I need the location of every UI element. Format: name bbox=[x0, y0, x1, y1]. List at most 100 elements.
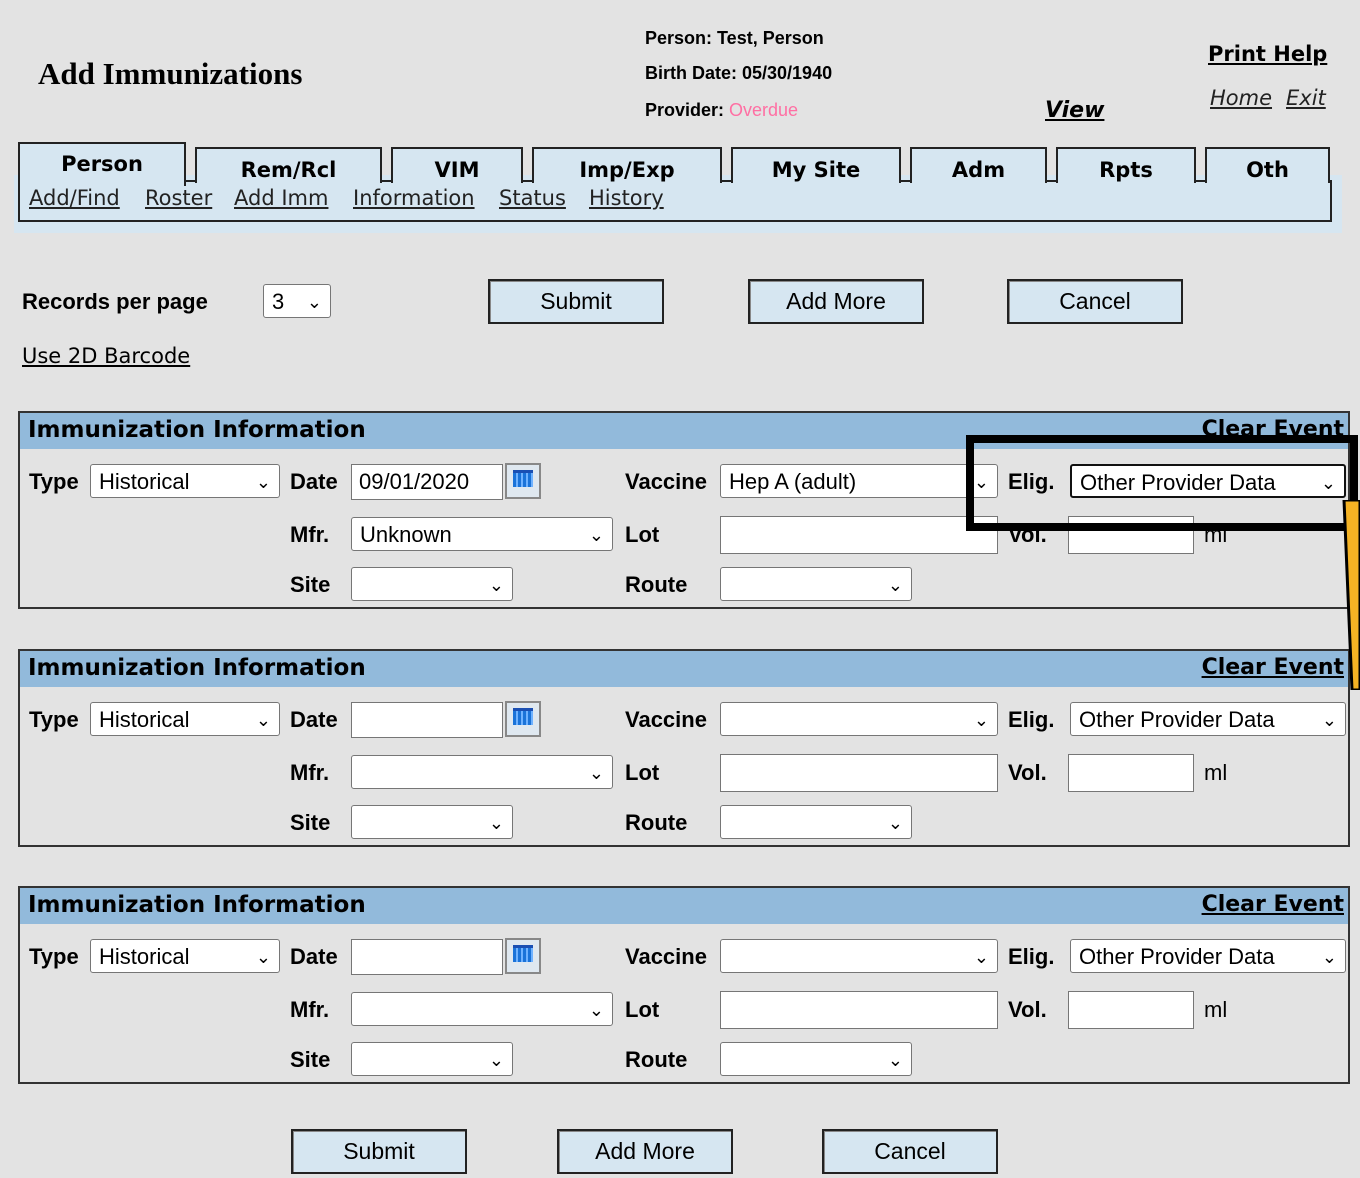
cancel-button-bottom[interactable]: Cancel bbox=[822, 1129, 998, 1174]
cancel-button[interactable]: Cancel bbox=[1007, 279, 1183, 324]
chevron-down-icon: ⌄ bbox=[306, 292, 322, 312]
records-per-page-label: Records per page bbox=[22, 289, 208, 314]
clear-event-link[interactable]: Clear Event bbox=[1202, 655, 1344, 680]
chevron-down-icon: ⌄ bbox=[973, 710, 989, 730]
type-select[interactable]: Historical ⌄ bbox=[90, 464, 280, 498]
subnav-add-find[interactable]: Add/Find bbox=[29, 186, 120, 210]
chevron-down-icon: ⌄ bbox=[1321, 947, 1337, 967]
route-select[interactable]: ⌄ bbox=[720, 567, 912, 601]
vol-field[interactable] bbox=[1068, 991, 1194, 1029]
mfr-label: Mfr. bbox=[290, 522, 330, 547]
vaccine-select[interactable]: ⌄ bbox=[720, 939, 998, 973]
tab-my-site[interactable]: My Site bbox=[731, 147, 901, 183]
type-value: Historical bbox=[99, 707, 190, 732]
mfr-label: Mfr. bbox=[290, 997, 330, 1022]
site-select[interactable]: ⌄ bbox=[351, 567, 513, 601]
subnav-history[interactable]: History bbox=[589, 186, 664, 210]
site-select[interactable]: ⌄ bbox=[351, 1042, 513, 1076]
elig-label: Elig. bbox=[1008, 944, 1055, 969]
provider-status: Overdue bbox=[729, 100, 799, 120]
calendar-icon[interactable] bbox=[505, 701, 541, 737]
vol-label: Vol. bbox=[1008, 997, 1047, 1022]
records-per-page-select[interactable]: 3 ⌄ bbox=[263, 284, 331, 318]
add-more-button[interactable]: Add More bbox=[748, 279, 924, 324]
site-label: Site bbox=[290, 810, 331, 835]
mfr-select[interactable]: ⌄ bbox=[351, 992, 613, 1026]
date-label: Date bbox=[290, 707, 338, 732]
tab-label: Adm bbox=[951, 158, 1006, 182]
subnav-roster[interactable]: Roster bbox=[145, 186, 212, 210]
tab-rem-rcl[interactable]: Rem/Rcl bbox=[195, 147, 382, 183]
route-select[interactable]: ⌄ bbox=[720, 1042, 912, 1076]
date-field[interactable] bbox=[351, 702, 503, 738]
mfr-select[interactable]: Unknown ⌄ bbox=[351, 517, 613, 551]
panel-title: Immunization Information bbox=[28, 892, 366, 918]
add-more-button-bottom[interactable]: Add More bbox=[557, 1129, 733, 1174]
lot-field[interactable] bbox=[720, 754, 998, 792]
exit-link[interactable]: Exit bbox=[1286, 86, 1326, 110]
tab-vim[interactable]: VIM bbox=[391, 147, 523, 183]
date-field[interactable] bbox=[351, 939, 503, 975]
chevron-down-icon: ⌄ bbox=[588, 525, 604, 545]
site-select[interactable]: ⌄ bbox=[351, 805, 513, 839]
lot-label: Lot bbox=[625, 997, 660, 1022]
tab-label: My Site bbox=[771, 158, 861, 182]
panel-title: Immunization Information bbox=[28, 417, 366, 443]
highlight-arrow-icon bbox=[1342, 500, 1360, 690]
tab-imp-exp[interactable]: Imp/Exp bbox=[532, 147, 722, 183]
elig-label: Elig. bbox=[1008, 707, 1055, 732]
vaccine-label: Vaccine bbox=[625, 944, 707, 969]
calendar-icon[interactable] bbox=[505, 938, 541, 974]
person-name: Person: Test, Person bbox=[645, 28, 824, 48]
calendar-icon[interactable] bbox=[505, 463, 541, 499]
type-label: Type bbox=[29, 469, 79, 494]
submit-button-bottom[interactable]: Submit bbox=[291, 1129, 467, 1174]
elig-select[interactable]: Other Provider Data ⌄ bbox=[1070, 702, 1346, 736]
lot-field[interactable] bbox=[720, 516, 998, 554]
subnav-add-imm[interactable]: Add Imm bbox=[234, 186, 328, 210]
type-value: Historical bbox=[99, 469, 190, 494]
vol-field[interactable] bbox=[1068, 754, 1194, 792]
chevron-down-icon: ⌄ bbox=[887, 575, 903, 595]
tab-person[interactable]: Person bbox=[18, 142, 186, 186]
type-label: Type bbox=[29, 707, 79, 732]
chevron-down-icon: ⌄ bbox=[588, 1000, 604, 1020]
panel-header: Immunization Information Clear Event bbox=[20, 651, 1348, 687]
lot-field[interactable] bbox=[720, 991, 998, 1029]
date-label: Date bbox=[290, 469, 338, 494]
vaccine-select[interactable]: ⌄ bbox=[720, 702, 998, 736]
use-2d-barcode-link[interactable]: Use 2D Barcode bbox=[22, 344, 190, 368]
panel-header: Immunization Information Clear Event bbox=[20, 888, 1348, 924]
print-help-link[interactable]: Print Help bbox=[1208, 42, 1327, 66]
tab-label: Rem/Rcl bbox=[240, 158, 337, 182]
route-select[interactable]: ⌄ bbox=[720, 805, 912, 839]
tab-rpts[interactable]: Rpts bbox=[1056, 147, 1196, 183]
site-label: Site bbox=[290, 1047, 331, 1072]
subnav-information[interactable]: Information bbox=[353, 186, 475, 210]
type-select[interactable]: Historical ⌄ bbox=[90, 939, 280, 973]
vaccine-select[interactable]: Hep A (adult) ⌄ bbox=[720, 464, 998, 498]
submit-button[interactable]: Submit bbox=[488, 279, 664, 324]
highlight-box bbox=[966, 435, 1358, 531]
clear-event-link[interactable]: Clear Event bbox=[1202, 892, 1344, 917]
mfr-select[interactable]: ⌄ bbox=[351, 755, 613, 789]
chevron-down-icon: ⌄ bbox=[887, 813, 903, 833]
lot-label: Lot bbox=[625, 522, 660, 547]
chevron-down-icon: ⌄ bbox=[887, 1050, 903, 1070]
elig-select[interactable]: Other Provider Data ⌄ bbox=[1070, 939, 1346, 973]
vol-label: Vol. bbox=[1008, 760, 1047, 785]
view-link[interactable]: View bbox=[1045, 98, 1104, 123]
chevron-down-icon: ⌄ bbox=[588, 763, 604, 783]
chevron-down-icon: ⌄ bbox=[255, 710, 271, 730]
tab-adm[interactable]: Adm bbox=[910, 147, 1047, 183]
type-select[interactable]: Historical ⌄ bbox=[90, 702, 280, 736]
date-field[interactable]: 09/01/2020 bbox=[351, 464, 503, 500]
subnav-status[interactable]: Status bbox=[499, 186, 566, 210]
route-label: Route bbox=[625, 572, 688, 597]
chevron-down-icon: ⌄ bbox=[488, 575, 504, 595]
vaccine-label: Vaccine bbox=[625, 469, 707, 494]
chevron-down-icon: ⌄ bbox=[1321, 710, 1337, 730]
route-label: Route bbox=[625, 810, 688, 835]
home-link[interactable]: Home bbox=[1210, 86, 1272, 110]
tab-oth[interactable]: Oth bbox=[1205, 147, 1330, 183]
